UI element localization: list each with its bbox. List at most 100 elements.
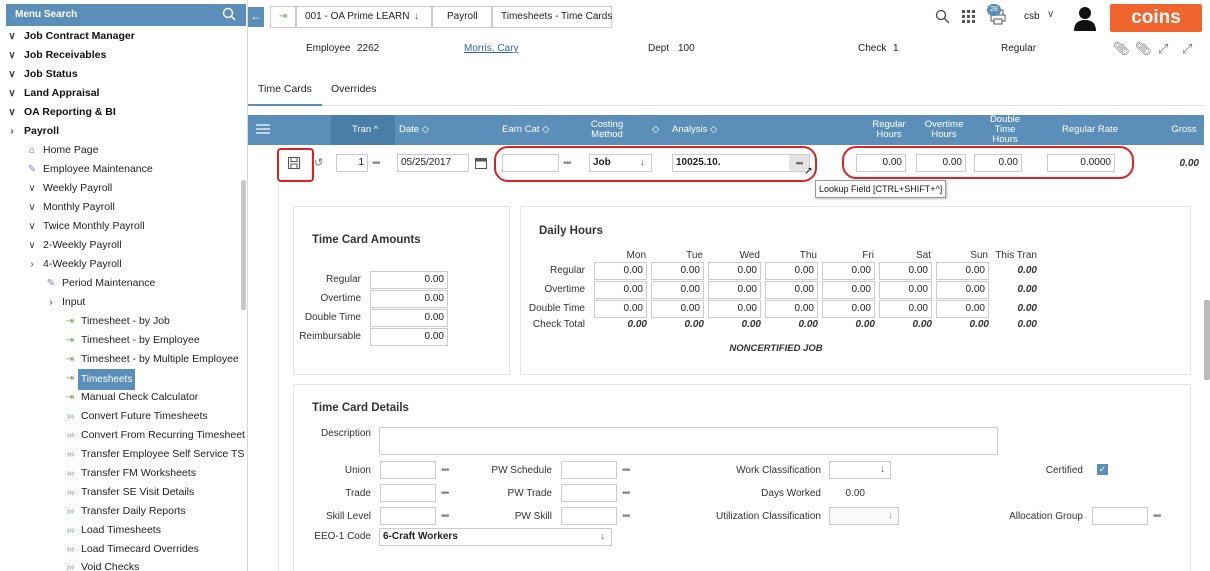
paperclip-icon[interactable]: 📎︎ [1135, 41, 1152, 57]
lookup-icon[interactable]: ••• [622, 511, 630, 522]
date-input[interactable]: 05/25/2017 [397, 154, 469, 172]
union-input[interactable] [380, 461, 436, 479]
tab-time-cards[interactable]: Time Cards [248, 78, 322, 106]
skill-level-input[interactable] [380, 507, 436, 525]
lookup-icon[interactable]: ••• [441, 465, 449, 476]
amount-reimbursable-input[interactable]: 0.00 [370, 328, 448, 346]
lookup-icon[interactable]: ••• [622, 465, 630, 476]
chevron-down-icon[interactable]: ∨ [1047, 9, 1054, 20]
daily-double-time-thu-input[interactable]: 0.00 [765, 300, 818, 318]
daily-regular-fri-input[interactable]: 0.00 [822, 262, 875, 280]
col-earn-cat[interactable]: Earn Cat ◇ [502, 125, 549, 135]
col-regular-hours[interactable]: Regular Hours [868, 120, 910, 140]
work-classification-select[interactable]: ↓ [829, 461, 891, 479]
certified-checkbox[interactable]: ✓ [1097, 464, 1108, 475]
daily-regular-sat-input[interactable]: 0.00 [879, 262, 932, 280]
daily-overtime-sat-input[interactable]: 0.00 [879, 281, 932, 299]
daily-regular-mon-input[interactable]: 0.00 [594, 262, 647, 280]
daily-overtime-wed-input[interactable]: 0.00 [708, 281, 761, 299]
lookup-icon[interactable]: ••• [441, 488, 449, 499]
pw-schedule-input[interactable] [561, 461, 617, 479]
col-analysis[interactable]: Analysis ◇ [672, 125, 717, 135]
col-date[interactable]: Date ◇ [399, 125, 429, 135]
enter-icon[interactable]: ⇥ [270, 6, 296, 28]
allocation-group-input[interactable] [1092, 507, 1148, 525]
check-label: Check [858, 43, 887, 54]
employee-name-link[interactable]: Morris, Cary [464, 43, 518, 54]
collapse-sidebar-button[interactable]: ← [248, 7, 264, 27]
lookup-icon[interactable]: ••• [1153, 511, 1161, 522]
check-total-fri: 0.00 [855, 319, 875, 330]
eeo-select[interactable]: 6-Craft Workers ↓ [379, 528, 612, 546]
lookup-icon[interactable]: ••• [622, 488, 630, 499]
daily-overtime-thu-input[interactable]: 0.00 [765, 281, 818, 299]
dept-label: Dept [648, 43, 670, 54]
lookup-icon[interactable]: ••• [441, 511, 449, 522]
avatar[interactable] [1072, 5, 1098, 34]
description-input[interactable] [379, 427, 998, 455]
col-costing-method[interactable]: Costing Method [589, 120, 625, 140]
breadcrumb-company[interactable]: 001 - OA Prime LEARN ↓ [296, 6, 432, 28]
col-double-time-hours[interactable]: Double Time Hours [982, 115, 1028, 145]
process-icon: ››› [66, 525, 75, 536]
arrow-down-icon: ↓ [414, 11, 419, 22]
daily-double-time-fri-input[interactable]: 0.00 [822, 300, 875, 318]
daily-regular-wed-input[interactable]: 0.00 [708, 262, 761, 280]
col-overtime-hours[interactable]: Overtime Hours [920, 120, 968, 140]
pw-skill-input[interactable] [561, 507, 617, 525]
process-icon: ››› [66, 506, 75, 517]
col-tran[interactable]: Tran ^ [352, 125, 378, 135]
amount-double-time-input[interactable]: 0.00 [370, 309, 448, 327]
undo-icon[interactable]: ↺ [314, 156, 323, 169]
trade-input[interactable] [380, 484, 436, 502]
daily-overtime-mon-input[interactable]: 0.00 [594, 281, 647, 299]
col-gross[interactable]: Gross [1166, 125, 1202, 135]
daily-overtime-fri-input[interactable]: 0.00 [822, 281, 875, 299]
menu-search-input[interactable]: Menu Search [6, 4, 246, 26]
employee-id: 2262 [357, 43, 380, 54]
expand-icon[interactable]: ⤢ [1158, 41, 1168, 57]
search-icon[interactable] [935, 9, 950, 27]
daily-double-time-wed-input[interactable]: 0.00 [708, 300, 761, 318]
check-total-thu: 0.00 [798, 319, 818, 330]
grid-header: Tran ^ Date ◇ Earn Cat ◇ Costing Method … [248, 115, 1204, 145]
daily-double-time-sun-input[interactable]: 0.00 [936, 300, 989, 318]
menu-icon[interactable] [256, 124, 270, 137]
paperclip-icon[interactable]: 📎︎ [1113, 41, 1130, 57]
apps-grid-icon[interactable] [962, 10, 976, 27]
daily-overtime-sun-input[interactable]: 0.00 [936, 281, 989, 299]
utilization-classification-select[interactable]: ↓ [829, 507, 899, 525]
content-scrollbar[interactable] [1204, 300, 1210, 380]
col-regular-rate[interactable]: Regular Rate [1054, 125, 1126, 135]
sidebar-scrollbar[interactable] [241, 180, 246, 310]
daily-double-time-this-tran: 0.00 [1017, 303, 1037, 314]
daily-double-time-sat-input[interactable]: 0.00 [879, 300, 932, 318]
amount-overtime-input[interactable]: 0.00 [370, 290, 448, 308]
tran-input[interactable]: 1 [336, 154, 368, 172]
pw-trade-input[interactable] [561, 484, 617, 502]
daily-double-time-tue-input[interactable]: 0.00 [651, 300, 704, 318]
daily-regular-thu-input[interactable]: 0.00 [765, 262, 818, 280]
daily-double-time-mon-input[interactable]: 0.00 [594, 300, 647, 318]
user-label[interactable]: csb [1024, 11, 1040, 22]
tab-overrides[interactable]: Overrides [321, 78, 387, 106]
eeo-label: EEO-1 Code [314, 531, 371, 542]
sort-icon: ◇ [652, 124, 660, 135]
amount-double-time-label: Double Time [304, 312, 361, 323]
amount-regular-input[interactable]: 0.00 [370, 271, 448, 289]
check-total-sat: 0.00 [912, 319, 932, 330]
enter-icon: ⇥ [65, 392, 75, 403]
calendar-icon[interactable] [475, 157, 487, 172]
breadcrumb-module[interactable]: Payroll [432, 6, 492, 28]
daily-overtime-tue-input[interactable]: 0.00 [651, 281, 704, 299]
daily-regular-sun-input[interactable]: 0.00 [936, 262, 989, 280]
daily-regular-tue-input[interactable]: 0.00 [651, 262, 704, 280]
dept-value: 100 [678, 43, 695, 54]
search-icon[interactable] [222, 7, 236, 21]
this-tran-label: This Tran [995, 250, 1037, 261]
check-total-mon: 0.00 [627, 319, 647, 330]
expand-icon[interactable]: ⤢ [1182, 41, 1192, 57]
lookup-icon[interactable]: ••• [372, 158, 380, 169]
highlight-save [277, 148, 314, 182]
amount-regular-label: Regular [325, 274, 361, 285]
